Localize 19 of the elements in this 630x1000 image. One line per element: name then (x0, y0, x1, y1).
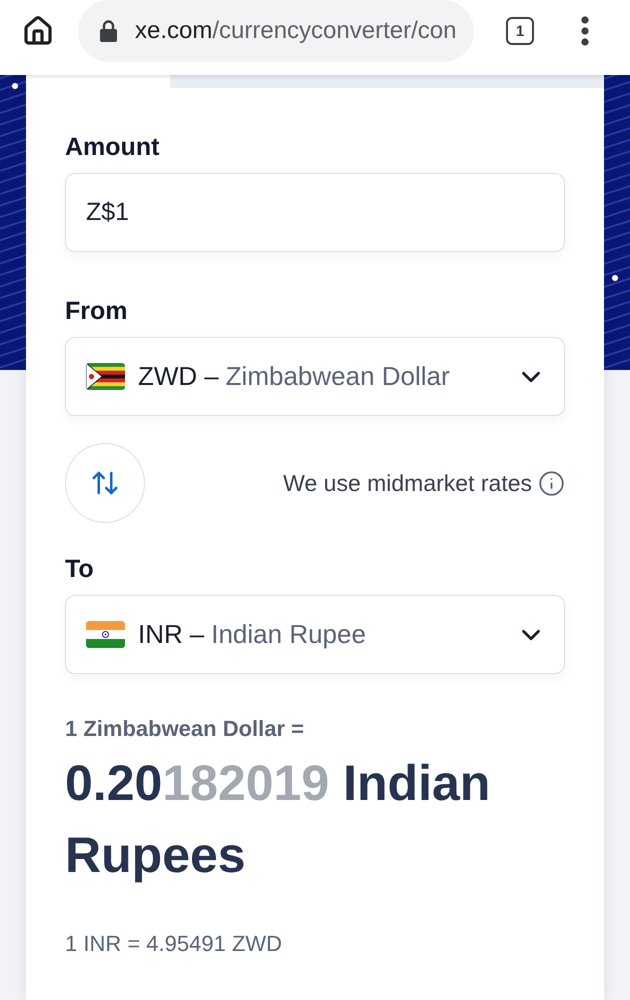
url-text: xe.com/currencyconverter/con (135, 17, 456, 45)
field-label: Amount (65, 132, 160, 162)
field-label: To (65, 554, 95, 584)
field-label: From (65, 296, 128, 326)
flag-icon (86, 363, 125, 390)
address-bar[interactable]: xe.com/currencyconverter/con (78, 0, 474, 62)
currency-select[interactable]: ZWD – Zimbabwean Dollar (65, 337, 565, 416)
flag-icon (86, 621, 125, 648)
menu-icon[interactable] (581, 16, 589, 46)
rate-label: 1 Zimbabwean Dollar = (65, 715, 306, 743)
lock-icon (100, 20, 117, 42)
inverse-rate-text: 1 INR = 4.95491 ZWD (65, 930, 284, 958)
info-icon[interactable] (538, 470, 565, 496)
currency-select[interactable]: INR – Indian Rupee (65, 595, 565, 674)
tab-count-button[interactable]: 1 (506, 17, 534, 45)
home-icon[interactable] (22, 15, 54, 47)
amount-field[interactable]: Z$1 (65, 173, 565, 252)
conversion-result: 0.20182019 Indian Rupees (65, 754, 492, 885)
midmarket-note: We use midmarket rates (283, 470, 532, 496)
